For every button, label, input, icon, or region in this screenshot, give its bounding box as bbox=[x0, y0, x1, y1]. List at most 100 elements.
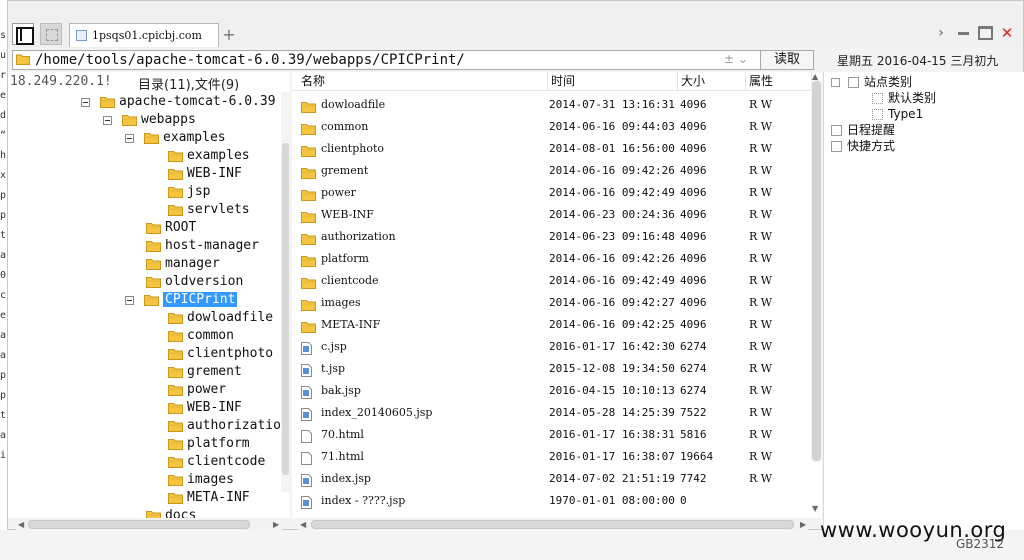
strip-char: r bbox=[0, 70, 7, 81]
tree-item[interactable]: clientphoto bbox=[168, 345, 273, 363]
column-size[interactable]: 大小 bbox=[678, 72, 746, 91]
path-input[interactable]: /home/tools/apache-tomcat-6.0.39/webapps… bbox=[12, 50, 762, 70]
panel-toggle-icon[interactable] bbox=[12, 23, 34, 45]
column-time[interactable]: 时间 bbox=[548, 72, 678, 91]
tree-item[interactable]: images bbox=[168, 471, 234, 489]
minimize-button[interactable] bbox=[955, 24, 971, 42]
collapse-icon[interactable] bbox=[81, 97, 90, 107]
file-name: index - ????.jsp bbox=[321, 494, 406, 507]
tree-item[interactable]: power bbox=[168, 381, 226, 399]
file-row[interactable]: 71.html 2016-01-17 16:38:07 19664 R W bbox=[292, 446, 812, 468]
file-time: 2014-08-01 16:56:00 bbox=[549, 142, 675, 155]
file-row[interactable]: dowloadfile 2014-07-31 13:16:31 4096 R W bbox=[292, 94, 812, 116]
tree-item[interactable]: jsp bbox=[168, 183, 210, 201]
folder-icon bbox=[301, 146, 316, 157]
file-time: 2015-12-08 19:34:50 bbox=[549, 362, 675, 375]
tree-item[interactable]: grement bbox=[168, 363, 242, 381]
tree-scroll-thumb[interactable] bbox=[282, 143, 289, 475]
site-tree-item[interactable]: 日程提醒 bbox=[831, 122, 895, 138]
file-row[interactable]: 70.html 2016-01-17 16:38:31 5816 R W bbox=[292, 424, 812, 446]
site-tree-item[interactable]: 站点类别 bbox=[831, 74, 912, 90]
expand-square-icon bbox=[831, 78, 840, 87]
tree-item[interactable]: clientcode bbox=[168, 453, 265, 471]
file-row[interactable]: index.jsp 2014-07-02 21:51:19 7742 R W bbox=[292, 468, 812, 490]
scroll-right-icon[interactable]: ▶ bbox=[800, 520, 806, 529]
tree-item[interactable]: host-manager bbox=[146, 237, 259, 255]
tree-hscroll-thumb[interactable] bbox=[28, 520, 250, 529]
scroll-up-icon[interactable]: ▲ bbox=[812, 72, 818, 81]
file-attr: R W bbox=[749, 428, 773, 441]
maximize-button[interactable] bbox=[977, 24, 993, 42]
scroll-down-icon[interactable]: ▼ bbox=[812, 504, 818, 513]
file-row[interactable]: WEB-INF 2014-06-23 00:24:36 4096 R W bbox=[292, 204, 812, 226]
file-row[interactable]: authorization 2014-06-23 09:16:48 4096 R W bbox=[292, 226, 812, 248]
file-time: 2014-06-16 09:42:25 bbox=[549, 318, 675, 331]
tree-item-label: servlets bbox=[187, 202, 250, 217]
file-row[interactable]: common 2014-06-16 09:44:03 4096 R W bbox=[292, 116, 812, 138]
column-name[interactable]: 名称 bbox=[298, 72, 548, 91]
tree-item[interactable]: servlets bbox=[168, 201, 250, 219]
scroll-right-icon[interactable]: ▶ bbox=[273, 520, 279, 529]
file-row[interactable]: bak.jsp 2016-04-15 10:10:13 6274 R W bbox=[292, 380, 812, 402]
file-row[interactable]: index_20140605.jsp 2014-05-28 14:25:39 752… bbox=[292, 402, 812, 424]
blank-tab-icon[interactable] bbox=[40, 23, 62, 45]
file-hscroll-thumb[interactable] bbox=[311, 520, 794, 529]
site-tree-item[interactable]: 快捷方式 bbox=[831, 138, 895, 154]
file-scroll-thumb[interactable] bbox=[812, 81, 821, 461]
folder-icon bbox=[301, 278, 316, 289]
folder-icon bbox=[146, 241, 161, 252]
tree-item[interactable]: ROOT bbox=[146, 219, 196, 237]
collapse-icon[interactable] bbox=[125, 133, 134, 143]
address-dropdown-icon[interactable]: ± ⌄ bbox=[724, 52, 748, 66]
file-size: 4096 bbox=[680, 318, 707, 331]
file-time: 2016-01-17 16:42:30 bbox=[549, 340, 675, 353]
file-row[interactable]: clientphoto 2014-08-01 16:56:00 4096 R W bbox=[292, 138, 812, 160]
tree-item[interactable]: WEB-INF bbox=[168, 399, 242, 417]
folder-icon bbox=[301, 168, 316, 179]
chevron-right-icon[interactable]: › bbox=[933, 24, 949, 42]
tree-item-label: dowloadfile bbox=[187, 310, 274, 325]
strip-char: p bbox=[0, 190, 7, 201]
new-tab-button[interactable]: + bbox=[218, 25, 240, 45]
tree-item[interactable]: WEB-INF bbox=[168, 165, 242, 183]
tab-site[interactable]: 1psqs01.cpicbj.com bbox=[69, 23, 219, 47]
tree-item[interactable]: examples bbox=[125, 129, 226, 147]
tree-item[interactable]: CPICPrint bbox=[125, 291, 238, 309]
scroll-left-icon[interactable]: ◀ bbox=[18, 520, 24, 529]
file-size: 4096 bbox=[680, 142, 707, 155]
file-time: 2016-01-17 16:38:07 bbox=[549, 450, 675, 463]
site-tree-item[interactable]: Type1 bbox=[872, 106, 923, 122]
close-button[interactable]: ✕ bbox=[999, 24, 1015, 42]
file-row[interactable]: t.jsp 2015-12-08 19:34:50 6274 R W bbox=[292, 358, 812, 380]
file-row[interactable]: grement 2014-06-16 09:42:26 4096 R W bbox=[292, 160, 812, 182]
tree-item[interactable]: authorization bbox=[168, 417, 289, 435]
file-size: 4096 bbox=[680, 252, 707, 265]
file-row[interactable]: images 2014-06-16 09:42:27 4096 R W bbox=[292, 292, 812, 314]
file-row[interactable]: c.jsp 2016-01-17 16:42:30 6274 R W bbox=[292, 336, 812, 358]
tree-item[interactable]: apache-tomcat-6.0.39 bbox=[81, 93, 276, 111]
tree-item[interactable]: common bbox=[168, 327, 234, 345]
tree-item-label: grement bbox=[187, 364, 242, 379]
file-size: 4096 bbox=[680, 230, 707, 243]
site-tree-item[interactable]: 默认类别 bbox=[872, 90, 936, 106]
tree-item[interactable]: webapps bbox=[103, 111, 196, 129]
collapse-icon[interactable] bbox=[103, 115, 112, 125]
file-row[interactable]: META-INF 2014-06-16 09:42:25 4096 R W bbox=[292, 314, 812, 336]
scroll-left-icon[interactable]: ◀ bbox=[300, 520, 306, 529]
read-button[interactable]: 读取 bbox=[760, 50, 814, 70]
file-row[interactable]: index - ????.jsp 1970-01-01 08:00:00 0 bbox=[292, 490, 812, 512]
tree-item[interactable]: META-INF bbox=[168, 489, 250, 507]
tree-item[interactable]: platform bbox=[168, 435, 250, 453]
column-attr[interactable]: 属性 bbox=[746, 72, 812, 91]
tree-item[interactable]: examples bbox=[168, 147, 250, 165]
tree-item[interactable]: oldversion bbox=[146, 273, 243, 291]
window-controls: › ✕ bbox=[933, 23, 1015, 43]
tree-item[interactable]: docs bbox=[146, 507, 196, 518]
file-row[interactable]: platform 2014-06-16 09:42:26 4096 R W bbox=[292, 248, 812, 270]
collapse-icon[interactable] bbox=[125, 295, 134, 305]
tree-item[interactable]: manager bbox=[146, 255, 220, 273]
tree-item-label: apache-tomcat-6.0.39 bbox=[119, 94, 276, 109]
file-row[interactable]: clientcode 2014-06-16 09:42:49 4096 R W bbox=[292, 270, 812, 292]
tree-item[interactable]: dowloadfile bbox=[168, 309, 273, 327]
file-row[interactable]: power 2014-06-16 09:42:49 4096 R W bbox=[292, 182, 812, 204]
